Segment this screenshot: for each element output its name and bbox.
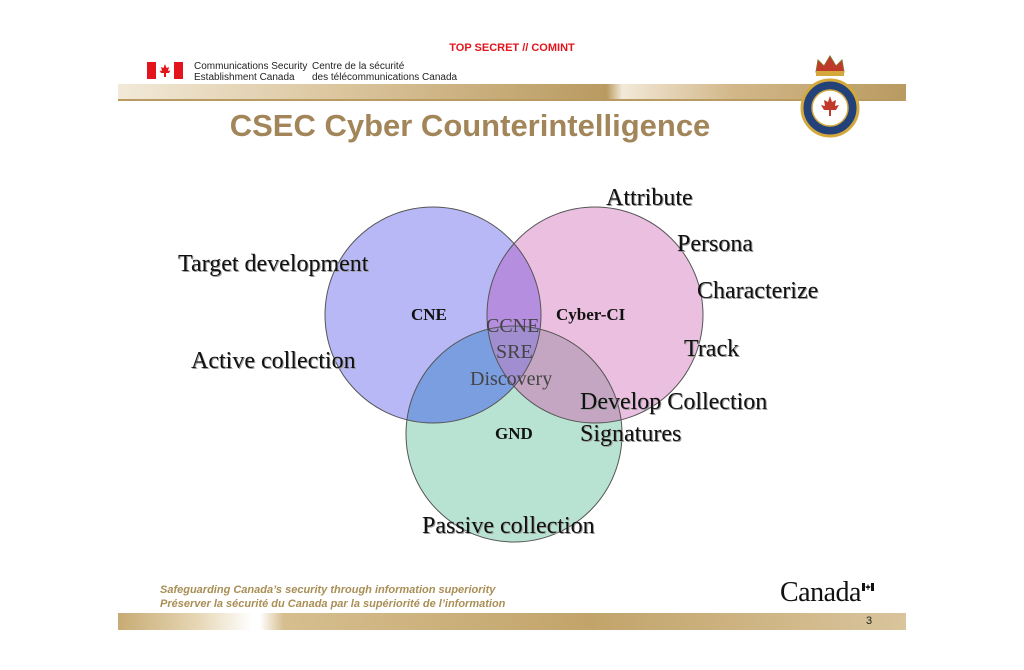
cne-label: CNE <box>411 305 447 324</box>
right-label-persona: Persona <box>677 231 753 257</box>
center-label-discovery: Discovery <box>470 368 553 390</box>
left-label-target-development: Target development <box>178 251 369 277</box>
center-label-ccne: CCNE <box>486 315 540 337</box>
center-label-sre: SRE <box>496 341 533 363</box>
footer-motto-french: Préserver la sécurité du Canada par la s… <box>160 598 506 610</box>
right-label-track: Track <box>684 336 740 362</box>
left-label-active-collection: Active collection <box>191 348 356 374</box>
right-label-develop-collection: Develop Collection <box>580 389 768 415</box>
bottom-label-passive-collection: Passive collection <box>422 513 595 539</box>
right-label-signatures: Signatures <box>580 421 682 447</box>
footer-motto-english: Safeguarding Canada’s security through i… <box>160 584 496 596</box>
right-label-characterize: Characterize <box>697 278 819 304</box>
cyberci-label: Cyber-CI <box>556 305 626 324</box>
gnd-label: GND <box>495 424 533 443</box>
footer-motto: Safeguarding Canada’s security through i… <box>160 583 505 611</box>
footer-band <box>118 613 906 630</box>
wordmark-flag-icon <box>862 583 874 591</box>
canada-wordmark: Canada <box>780 577 861 608</box>
right-label-attribute: Attribute <box>606 185 693 211</box>
page-number: 3 <box>866 615 873 627</box>
